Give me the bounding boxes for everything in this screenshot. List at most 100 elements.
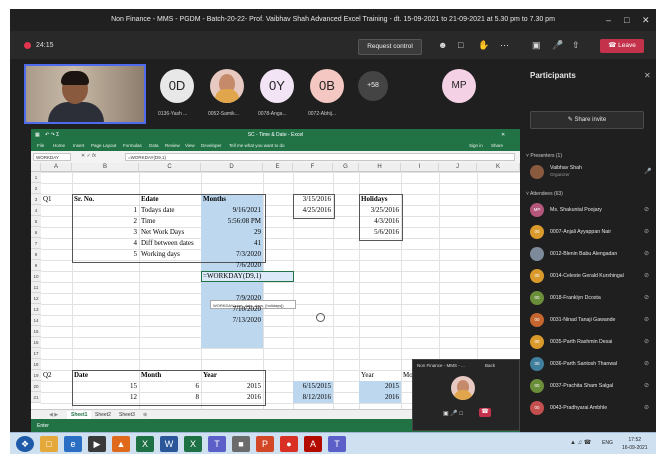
formula-buttons-icon[interactable]: ✕ ✓ fx [81, 153, 96, 159]
row-header[interactable]: 4 [31, 205, 41, 216]
cell-d12[interactable]: 7/9/2020 [201, 293, 263, 304]
cell-b5[interactable]: 2 [72, 216, 139, 227]
cell-b8[interactable]: 5 [72, 249, 139, 260]
row-header[interactable]: 9 [31, 260, 41, 271]
cell-c20[interactable]: 8 [139, 392, 201, 403]
cell-h19[interactable]: 2015 [359, 381, 401, 392]
row-header[interactable]: 12 [31, 293, 41, 304]
row-header[interactable]: 8 [31, 249, 41, 260]
attendee-item[interactable]: 00 0036-Parth Santosh Thanwal ⊘ [530, 355, 654, 375]
cell-a18[interactable]: Q2 [41, 370, 72, 381]
cell-h18[interactable]: Year [359, 370, 401, 381]
edge-icon[interactable]: e [64, 436, 82, 452]
cell-h20[interactable]: 2016 [359, 392, 401, 403]
cell-f19[interactable]: 6/15/2015 [293, 381, 333, 392]
ribbon-tab[interactable]: Data [149, 143, 159, 148]
ribbon-tab[interactable]: Insert [73, 143, 84, 148]
cell-h5[interactable]: 4/3/2016 [359, 216, 401, 227]
ribbon-tab[interactable]: Formulas [123, 143, 142, 148]
row-header[interactable]: 15 [31, 326, 41, 337]
word-taskbar-icon[interactable]: W [160, 436, 178, 452]
add-sheet-icon[interactable]: ⊕ [139, 411, 151, 419]
excel-taskbar-icon[interactable]: X [136, 436, 154, 452]
cell-d5[interactable]: 5:56:08 PM [201, 216, 263, 227]
cell-d18[interactable]: Year [201, 370, 263, 381]
cell-c8[interactable]: Working days [139, 249, 201, 260]
powerpoint-taskbar-icon[interactable]: P [256, 436, 274, 452]
presenters-header[interactable]: ˅ Presenters (1) [526, 153, 562, 159]
clock[interactable]: 17:52 16-09-2021 [622, 436, 648, 452]
teams-taskbar-icon[interactable]: T [208, 436, 226, 452]
attendees-header[interactable]: ˅ Attendees (63) [526, 191, 563, 197]
participant-avatar[interactable]: MP [442, 69, 476, 103]
cell-f20[interactable]: 8/12/2016 [293, 392, 333, 403]
ribbon-tab[interactable]: Home [53, 143, 65, 148]
row-header[interactable]: 19 [31, 370, 41, 381]
cell-f4[interactable]: 4/25/2016 [293, 205, 333, 216]
presenter-item[interactable]: Vaibhav Shah Organizer 🎤 [530, 163, 654, 183]
media-player-icon[interactable]: ▶ [88, 436, 106, 452]
column-header[interactable]: I [401, 163, 439, 172]
people-icon[interactable]: ☻ [438, 40, 447, 50]
maximize-icon[interactable]: □ [624, 15, 629, 25]
ribbon-tab[interactable]: Review [165, 143, 180, 148]
cell-c19[interactable]: 6 [139, 381, 201, 392]
excel-close-icon[interactable]: ✕ [501, 132, 505, 138]
column-header[interactable]: A [41, 163, 72, 172]
cell-d8[interactable]: 7/3/2020 [201, 249, 263, 260]
select-all-corner[interactable] [31, 163, 41, 172]
column-header[interactable]: F [293, 163, 333, 172]
row-header[interactable]: 5 [31, 216, 41, 227]
language-indicator[interactable]: ENG [602, 440, 613, 446]
row-header[interactable]: 2 [31, 183, 41, 194]
cell-b7[interactable]: 4 [72, 238, 139, 249]
more-participants-avatar[interactable]: +58 [358, 71, 388, 101]
teams-taskbar-icon-2[interactable]: T [328, 436, 346, 452]
attendee-item[interactable]: MP Ms. Shakuntal Poojary ⊘ [530, 201, 654, 221]
chrome-taskbar-icon[interactable]: ● [280, 436, 298, 452]
cell-b6[interactable]: 3 [72, 227, 139, 238]
column-header[interactable]: B [72, 163, 139, 172]
attendee-item[interactable]: 0012-Blenin Babu Alengadan ⊘ [530, 245, 654, 265]
participant-photo-avatar[interactable] [210, 69, 244, 103]
presenter-video[interactable] [24, 64, 146, 124]
file-explorer-icon[interactable]: □ [40, 436, 58, 452]
cell-b20[interactable]: 12 [72, 392, 139, 403]
pip-hangup-icon[interactable]: ☎ [479, 408, 491, 417]
row-header[interactable]: 10 [31, 271, 41, 282]
sheet-tab[interactable]: Sheet2 [91, 411, 115, 419]
cell-h3[interactable]: Holidays [359, 194, 401, 205]
row-header[interactable]: 16 [31, 337, 41, 348]
cell-d13[interactable]: 7/10/2020 [201, 304, 263, 315]
pdf-taskbar-icon[interactable]: A [304, 436, 322, 452]
cell-b3[interactable]: Sr. No. [72, 194, 139, 205]
column-header[interactable]: H [359, 163, 401, 172]
sheet-tab[interactable]: Sheet3 [115, 411, 139, 419]
sign-in-link[interactable]: Sign in [469, 143, 483, 148]
share-invite-button[interactable]: ✎ Share invite [530, 111, 644, 129]
attendee-item[interactable]: 00 0018-Franklyn Dcosta ⊘ [530, 289, 654, 309]
cell-d19[interactable]: 2015 [201, 381, 263, 392]
more-actions-icon[interactable]: ⋯ [500, 40, 509, 51]
column-header[interactable]: J [439, 163, 477, 172]
row-header[interactable]: 21 [31, 392, 41, 403]
ribbon-tab[interactable]: View [185, 143, 195, 148]
share-screen-icon[interactable]: ⇧ [572, 40, 580, 51]
cell-c4[interactable]: Todays date [139, 205, 201, 216]
close-panel-icon[interactable]: ✕ [644, 71, 651, 80]
cell-d10-editing[interactable]: =WORKDAY(D9,1) [201, 271, 294, 282]
row-header[interactable]: 3 [31, 194, 41, 205]
row-header[interactable]: 17 [31, 348, 41, 359]
participant-avatar[interactable]: 0B [310, 69, 344, 103]
start-icon[interactable]: ❖ [16, 436, 34, 452]
column-header[interactable]: D [201, 163, 263, 172]
cell-d4[interactable]: 9/16/2021 [201, 205, 263, 216]
row-header[interactable]: 11 [31, 282, 41, 293]
name-box[interactable]: WORKDAY [33, 153, 71, 161]
cell-c18[interactable]: Month [139, 370, 201, 381]
mic-off-icon[interactable]: 🎤 [552, 40, 563, 51]
participant-avatar[interactable]: 0D [160, 69, 194, 103]
cell-d6[interactable]: 29 [201, 227, 263, 238]
attendee-item[interactable]: 00 0037-Prachita Sham Salgal ⊘ [530, 377, 654, 397]
close-icon[interactable]: ✕ [642, 15, 650, 26]
